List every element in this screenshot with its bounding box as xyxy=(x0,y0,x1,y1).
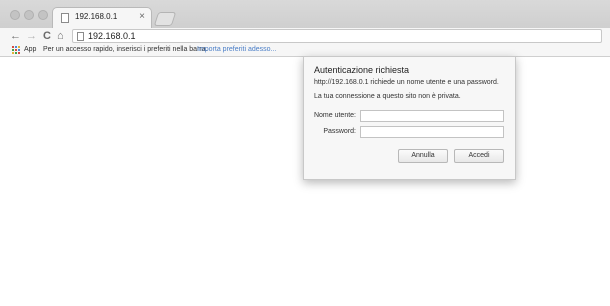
zoom-window-button[interactable] xyxy=(38,10,48,20)
forward-icon[interactable]: → xyxy=(26,29,37,43)
browser-window: 192.168.0.1 × ← → C ⌂ 192.168.0.1 App Pe… xyxy=(0,0,610,306)
new-tab-button[interactable] xyxy=(153,12,177,26)
bookmarks-hint: Per un accesso rapido, inserisci i prefe… xyxy=(43,46,208,53)
password-field[interactable] xyxy=(360,126,504,138)
apps-link[interactable]: App xyxy=(24,45,36,54)
page-info-icon[interactable] xyxy=(77,32,84,41)
auth-dialog: Autenticazione richiesta http://192.168.… xyxy=(303,56,516,180)
back-icon[interactable]: ← xyxy=(10,29,21,43)
tab-title: 192.168.0.1 xyxy=(75,12,118,21)
tab-close-icon[interactable]: × xyxy=(139,11,145,23)
address-bar[interactable]: 192.168.0.1 xyxy=(72,29,602,43)
login-button[interactable]: Accedi xyxy=(454,149,504,163)
password-label: Password: xyxy=(323,128,356,135)
reload-icon[interactable]: C xyxy=(43,29,51,43)
home-icon[interactable]: ⌂ xyxy=(57,29,64,43)
minimize-window-button[interactable] xyxy=(24,10,34,20)
privacy-note: La tua connessione a questo sito non è p… xyxy=(314,93,461,100)
page-icon xyxy=(61,13,69,23)
dialog-title: Autenticazione richiesta xyxy=(314,65,410,75)
close-window-button[interactable] xyxy=(10,10,20,20)
import-bookmarks-link[interactable]: Importa preferiti adesso... xyxy=(197,45,276,54)
tab-active[interactable]: 192.168.0.1 × xyxy=(52,7,152,29)
dialog-message: http://192.168.0.1 richiede un nome uten… xyxy=(314,79,499,86)
cancel-button[interactable]: Annulla xyxy=(398,149,448,163)
apps-grid-icon[interactable] xyxy=(12,46,20,54)
username-label: Nome utente: xyxy=(313,112,356,119)
url-text[interactable]: 192.168.0.1 xyxy=(88,31,136,42)
username-field[interactable] xyxy=(360,110,504,122)
toolbar: ← → C ⌂ 192.168.0.1 xyxy=(0,28,610,44)
tab-strip: 192.168.0.1 × xyxy=(0,0,610,29)
